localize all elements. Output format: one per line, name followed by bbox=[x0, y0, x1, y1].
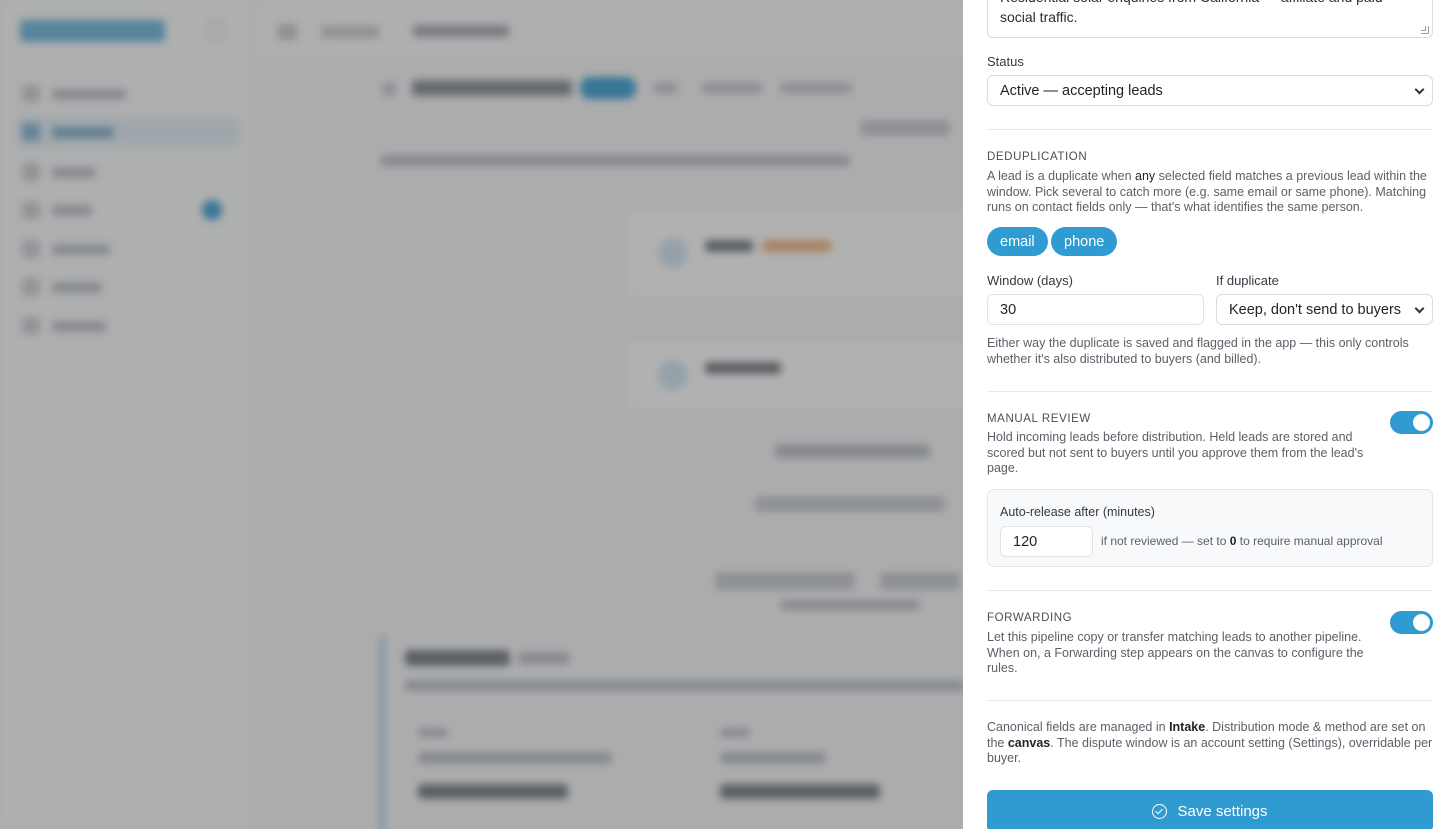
divider bbox=[987, 129, 1433, 130]
chevron-down-icon bbox=[1414, 84, 1425, 95]
status-selected-value: Active — accepting leads bbox=[1000, 82, 1163, 99]
window-days-input[interactable]: 30 bbox=[987, 294, 1204, 325]
duplicate-note: Either way the duplicate is saved and fl… bbox=[987, 336, 1409, 366]
auto-release-label: Auto-release after (minutes) bbox=[1000, 505, 1155, 519]
deduplication-description: A lead is a duplicate when any selected … bbox=[987, 169, 1427, 215]
auto-release-input[interactable]: 120 bbox=[1000, 526, 1093, 557]
if-duplicate-select[interactable]: Keep, don't send to buyers bbox=[1216, 294, 1433, 325]
status-label: Status bbox=[987, 54, 1024, 69]
deduplication-title: DEDUPLICATION bbox=[987, 151, 1088, 163]
pipeline-settings-drawer: Residential solar enquiries from Califor… bbox=[963, 0, 1456, 829]
toggle-knob bbox=[1413, 614, 1430, 631]
divider bbox=[987, 391, 1433, 392]
auto-release-hint: if not reviewed — set to 0 to require ma… bbox=[1101, 534, 1383, 548]
check-circle-icon bbox=[1152, 803, 1168, 819]
forwarding-toggle[interactable] bbox=[1390, 611, 1433, 634]
forwarding-title: FORWARDING bbox=[987, 612, 1073, 624]
dedup-field-chip-phone[interactable]: phone bbox=[1051, 227, 1118, 256]
manual-review-description: Hold incoming leads before distribution.… bbox=[987, 430, 1364, 476]
save-settings-button[interactable]: Save settings bbox=[987, 790, 1433, 829]
forwarding-description: Let this pipeline copy or transfer match… bbox=[987, 630, 1364, 676]
dedup-field-chip-email[interactable]: email bbox=[987, 227, 1048, 256]
manual-review-title: MANUAL REVIEW bbox=[987, 413, 1091, 425]
resize-handle-icon[interactable] bbox=[1421, 26, 1429, 34]
divider bbox=[987, 590, 1433, 591]
window-days-label: Window (days) bbox=[987, 273, 1073, 288]
if-duplicate-selected-value: Keep, don't send to buyers bbox=[1229, 301, 1402, 318]
status-select[interactable]: Active — accepting leads bbox=[987, 75, 1433, 106]
manual-review-toggle[interactable] bbox=[1390, 411, 1433, 434]
divider bbox=[987, 700, 1433, 701]
if-duplicate-label: If duplicate bbox=[1216, 273, 1279, 288]
footer-note: Canonical fields are managed in Intake. … bbox=[987, 720, 1433, 766]
save-settings-label: Save settings bbox=[1177, 802, 1268, 820]
toggle-knob bbox=[1413, 414, 1430, 431]
chevron-down-icon bbox=[1414, 303, 1425, 314]
auto-release-panel: Auto-release after (minutes) 120 if not … bbox=[987, 489, 1433, 567]
description-text: Residential solar enquiries from Califor… bbox=[1000, 0, 1383, 25]
description-textarea[interactable]: Residential solar enquiries from Califor… bbox=[987, 0, 1433, 38]
